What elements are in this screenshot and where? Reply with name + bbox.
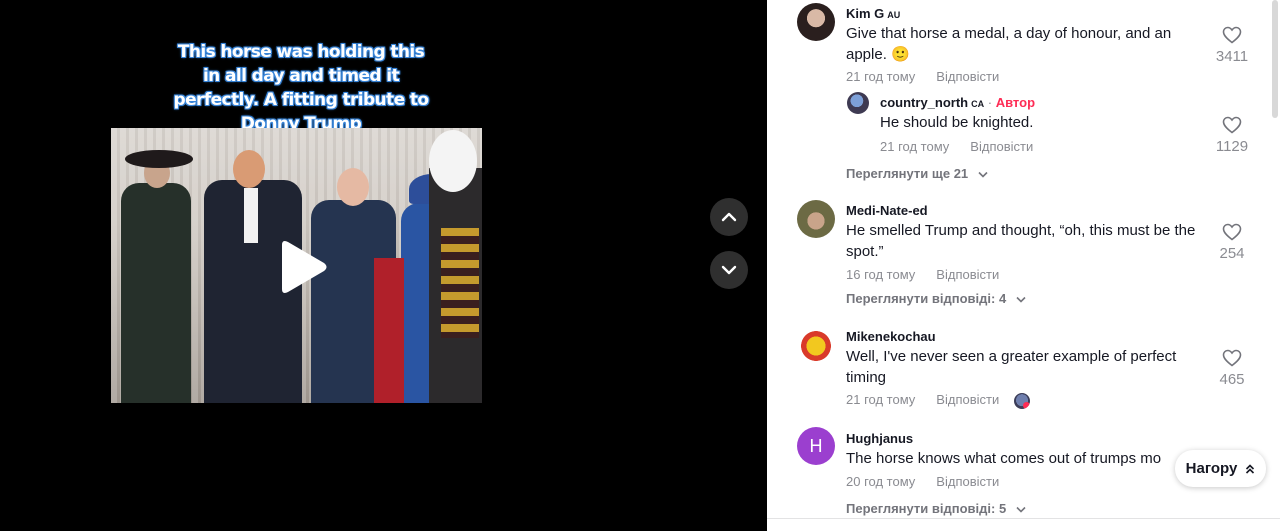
heart-icon bbox=[1222, 116, 1242, 134]
reply-time: 21 год тому bbox=[880, 139, 950, 154]
view-more-label: Переглянути відповіді: 5 bbox=[846, 501, 1007, 516]
person-hat bbox=[125, 150, 193, 168]
like-count: 465 bbox=[1219, 371, 1245, 388]
chevron-down-icon bbox=[721, 265, 737, 275]
back-to-top-button[interactable]: Нагору bbox=[1175, 450, 1266, 487]
comment-text: The horse knows what comes out of trumps… bbox=[846, 450, 1162, 467]
heart-icon bbox=[1222, 349, 1242, 367]
reply-meta: 21 год тому Відповісти bbox=[880, 139, 1033, 154]
reply-button[interactable]: Відповісти bbox=[936, 267, 999, 282]
person-figure bbox=[121, 183, 191, 403]
back-to-top-label: Нагору bbox=[1185, 460, 1238, 477]
reply-button[interactable]: Відповісти bbox=[970, 139, 1033, 154]
scrollbar[interactable] bbox=[1272, 0, 1278, 118]
author-badge: Автор bbox=[995, 95, 1036, 110]
like-count: 1129 bbox=[1215, 138, 1249, 155]
next-video-button[interactable] bbox=[710, 251, 748, 289]
video-player[interactable]: This horse was holding this in all day a… bbox=[0, 0, 767, 531]
view-more-replies-button[interactable]: Переглянути ще 21 bbox=[846, 166, 988, 181]
avatar[interactable]: H bbox=[797, 427, 835, 465]
reply-button[interactable]: Відповісти bbox=[936, 69, 999, 84]
person-shirt bbox=[244, 188, 258, 243]
comment-time: 20 год тому bbox=[846, 474, 916, 489]
double-chevron-up-icon bbox=[1246, 463, 1255, 474]
view-more-label: Переглянути ще 21 bbox=[846, 166, 969, 181]
comment-meta: 16 год тому Відповісти bbox=[846, 267, 999, 282]
chevron-down-icon bbox=[1016, 506, 1026, 513]
like-button[interactable]: 3411 bbox=[1212, 26, 1252, 65]
heart-icon bbox=[1222, 223, 1242, 241]
reply-button[interactable]: Відповісти bbox=[936, 474, 999, 489]
person-head bbox=[233, 150, 265, 188]
comment-time: 21 год тому bbox=[846, 69, 916, 84]
like-button[interactable]: 1129 bbox=[1212, 116, 1252, 155]
view-replies-button[interactable]: Переглянути відповіді: 5 bbox=[846, 501, 1026, 516]
person-head bbox=[337, 168, 369, 206]
comment-username[interactable]: Medi-Nate-ed bbox=[846, 203, 928, 218]
like-button[interactable]: 465 bbox=[1212, 349, 1252, 388]
view-more-label: Переглянути відповіді: 4 bbox=[846, 291, 1007, 306]
divider bbox=[767, 518, 1280, 519]
comment-username[interactable]: Hughjanus bbox=[846, 431, 913, 446]
reply-username[interactable]: country_north CA · Автор bbox=[880, 95, 1035, 110]
like-button[interactable]: 254 bbox=[1212, 223, 1252, 262]
like-count: 254 bbox=[1219, 245, 1245, 262]
comment-text: Well, I've never seen a greater example … bbox=[846, 348, 1177, 386]
comment-text: He smelled Trump and thought, “oh, this … bbox=[846, 222, 1196, 260]
avatar[interactable] bbox=[797, 200, 835, 238]
comment-text: Give that horse a medal, a day of honour… bbox=[846, 25, 1172, 63]
reply-text: He should be knighted. bbox=[880, 114, 1034, 131]
comment-time: 21 год тому bbox=[846, 392, 916, 407]
like-count: 3411 bbox=[1215, 48, 1249, 65]
avatar[interactable] bbox=[797, 327, 835, 365]
avatar-letter: H bbox=[809, 435, 823, 456]
play-icon[interactable] bbox=[276, 239, 328, 295]
comment-username[interactable]: Mikenekochau bbox=[846, 329, 936, 344]
flag bbox=[374, 258, 404, 403]
creator-liked-avatar bbox=[1014, 393, 1030, 409]
video-caption: This horse was holding this in all day a… bbox=[173, 42, 430, 134]
comment-meta: 21 год тому Відповісти bbox=[846, 392, 999, 407]
guard-plume bbox=[429, 130, 477, 192]
comment-meta: 21 год тому Відповісти bbox=[846, 69, 999, 84]
avatar[interactable] bbox=[797, 3, 835, 41]
chevron-down-icon bbox=[1016, 296, 1026, 303]
comment-meta: 20 год тому Відповісти bbox=[846, 474, 999, 489]
comment-time: 16 год тому bbox=[846, 267, 916, 282]
chevron-up-icon bbox=[721, 212, 737, 222]
comment-username[interactable]: Kim G AU bbox=[846, 6, 900, 21]
previous-video-button[interactable] bbox=[710, 198, 748, 236]
guard-uniform bbox=[441, 228, 479, 338]
view-replies-button[interactable]: Переглянути відповіді: 4 bbox=[846, 291, 1026, 306]
heart-icon bbox=[1222, 26, 1242, 44]
reply-button[interactable]: Відповісти bbox=[936, 392, 999, 407]
chevron-down-icon bbox=[978, 171, 988, 178]
avatar[interactable] bbox=[847, 92, 869, 114]
